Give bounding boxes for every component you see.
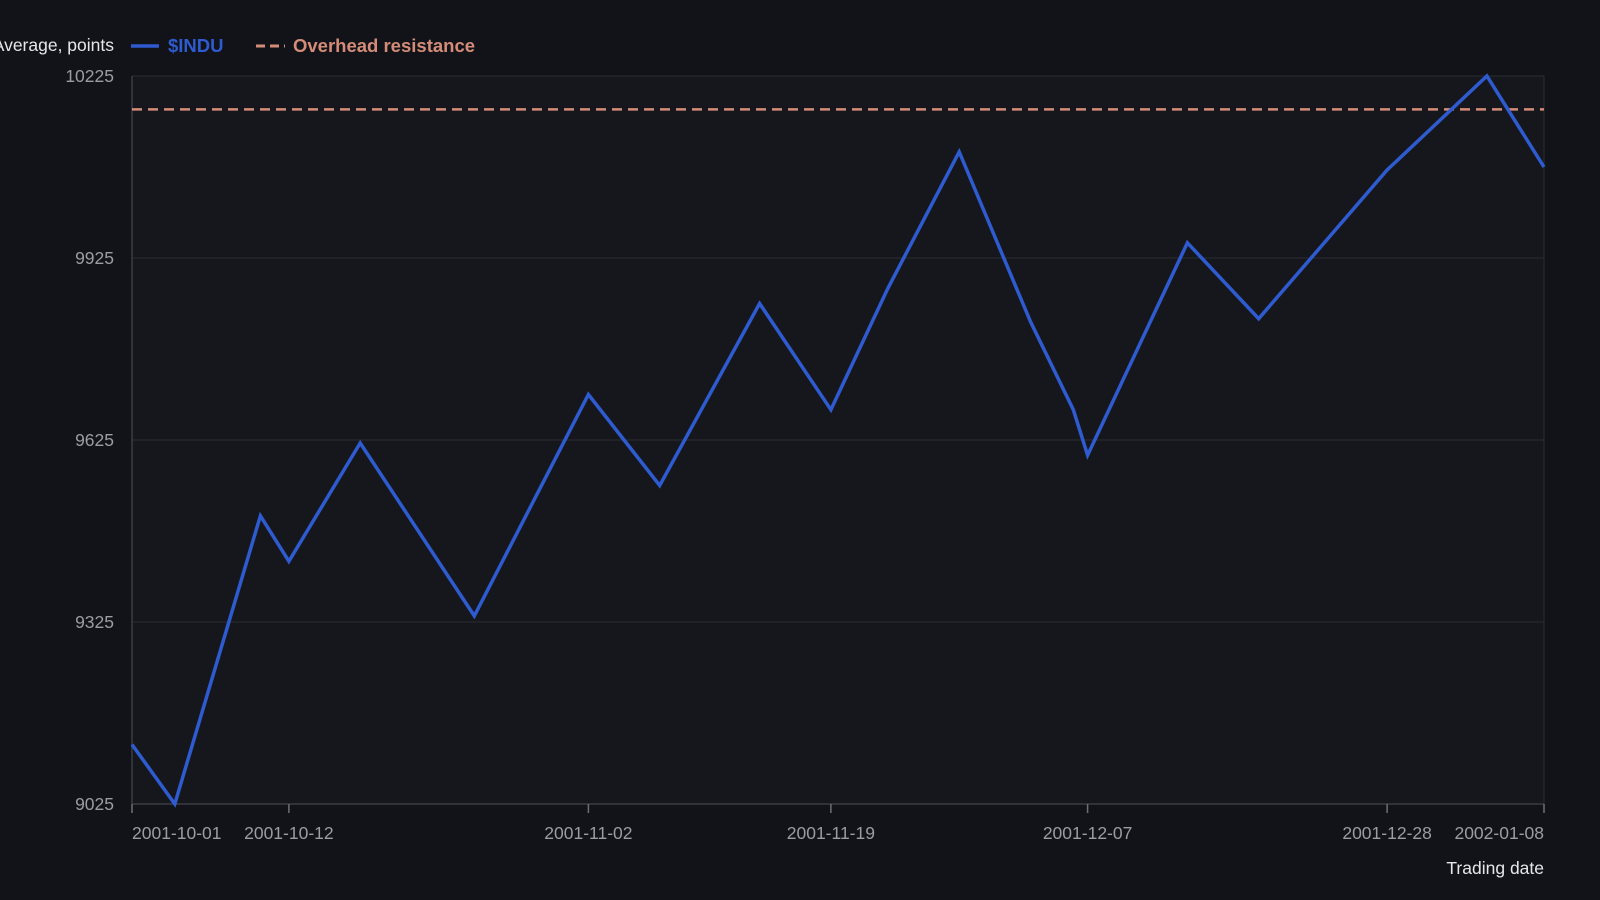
- chart: 9025 9325 9625 9925 10225 2001-10-01 2001-10-…: [0, 0, 1600, 900]
- data-point-indu: [359, 442, 362, 445]
- y-tick-label: 10225: [65, 66, 114, 86]
- y-tick-label: 9625: [75, 430, 114, 450]
- data-point-indu: [1072, 408, 1075, 411]
- data-point-indu: [587, 393, 590, 396]
- x-axis-label: Trading date: [1446, 858, 1544, 878]
- legend-label-indu: $INDU: [168, 35, 224, 56]
- x-tick-label: 2001-11-02: [544, 823, 632, 843]
- data-point-indu: [1257, 317, 1260, 320]
- data-point-indu: [1029, 320, 1032, 323]
- x-tick-label: 2001-10-12: [244, 823, 334, 843]
- y-axis-label: Dow Jones Industrial Average, points: [0, 35, 114, 55]
- data-point-indu: [1086, 454, 1089, 457]
- data-point-indu: [1485, 75, 1488, 78]
- data-point-indu: [131, 743, 134, 746]
- data-point-indu: [758, 302, 761, 305]
- data-point-indu: [259, 514, 262, 517]
- x-tick-label: 2002-01-08: [1454, 823, 1544, 843]
- y-tick-label: 9325: [75, 612, 114, 632]
- data-point-indu: [1543, 166, 1546, 169]
- data-point-indu: [829, 408, 832, 411]
- x-tick-label: 2001-12-28: [1342, 823, 1432, 843]
- y-tick-label: 9025: [75, 794, 114, 814]
- x-tick-label: 2001-10-01: [132, 823, 222, 843]
- x-tick-label: 2001-11-19: [787, 823, 875, 843]
- data-point-indu: [1386, 169, 1389, 172]
- data-point-indu: [958, 150, 961, 153]
- data-point-indu: [658, 484, 661, 487]
- data-point-indu: [287, 560, 290, 563]
- data-point-indu: [473, 614, 476, 617]
- y-tick-label: 9925: [75, 248, 114, 268]
- x-tick-label: 2001-12-07: [1043, 823, 1133, 843]
- data-point-indu: [173, 803, 176, 806]
- data-point-indu: [886, 287, 889, 290]
- data-point-indu: [1186, 241, 1189, 244]
- legend-label-resistance: Overhead resistance: [293, 35, 475, 56]
